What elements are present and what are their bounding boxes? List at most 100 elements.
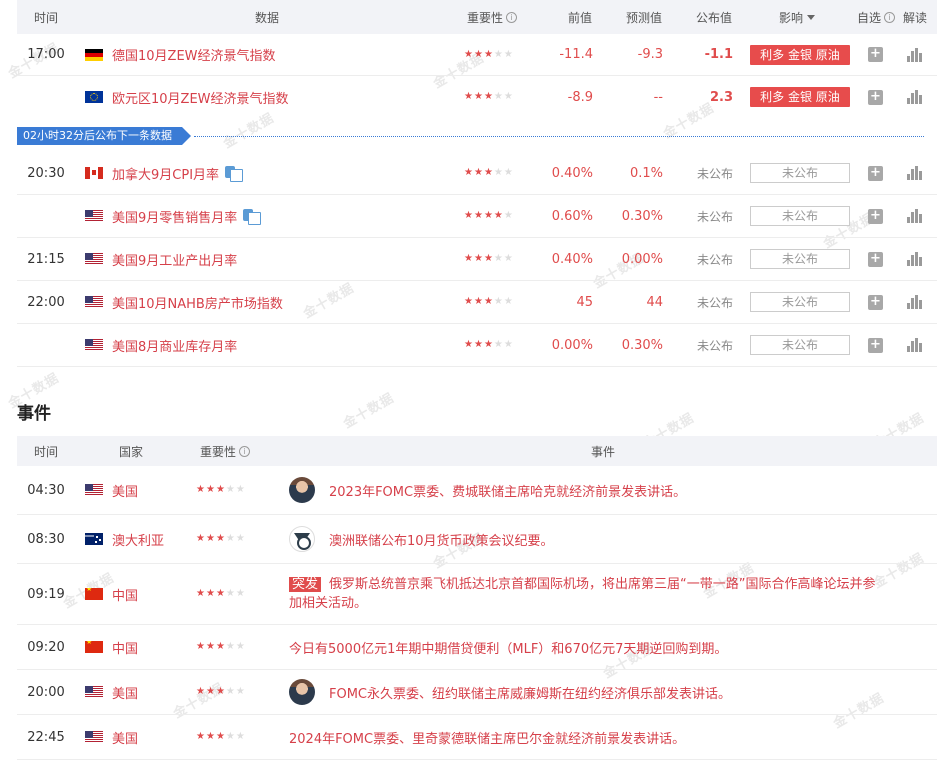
speaker-avatar: [289, 477, 315, 503]
indicator-cell[interactable]: 加拿大9月CPI月率: [85, 152, 244, 194]
chart-bars-icon[interactable]: [907, 47, 922, 62]
chart-bars-icon[interactable]: [907, 338, 922, 352]
event-cell[interactable]: 2023年FOMC票委、费城联储主席哈克就经济前景发表讲话。: [289, 466, 927, 514]
actual-value: 未公布: [696, 295, 733, 310]
col-watch: 自选 i: [857, 0, 896, 34]
ev-col-country: 国家: [119, 444, 144, 459]
impact-pending: 未公布: [750, 335, 850, 355]
flag-us-icon: [85, 210, 103, 222]
event-text: 澳洲联储公布10月货币政策会议纪要。: [329, 533, 554, 549]
release-time: [17, 324, 75, 366]
add-watchlist-button[interactable]: +: [868, 251, 883, 267]
document-icon[interactable]: [243, 208, 262, 225]
prev-value: -8.9: [567, 89, 593, 105]
star-icon: ★: [215, 588, 225, 599]
chart-bars-icon[interactable]: [907, 90, 922, 104]
importance-stars: ★ ★ ★ ★ ★: [464, 168, 513, 178]
interpret-cell: [907, 238, 922, 280]
event-cell[interactable]: 今日有5000亿元1年期中期借贷便利（MLF）和670亿元7天期逆回购到期。: [289, 625, 927, 669]
indicator-cell[interactable]: 美国9月零售销售月率: [85, 195, 262, 237]
prev-value: 0.00%: [551, 337, 593, 353]
indicator-name: 加拿大9月CPI月率: [112, 167, 220, 183]
star-icon: ★: [205, 588, 215, 599]
importance-cell: ★ ★ ★ ★ ★: [464, 34, 513, 75]
impact-cell: 未公布: [750, 152, 850, 194]
event-cell[interactable]: 澳洲联储公布10月货币政策会议纪要。: [289, 515, 927, 563]
forecast-value: 0.00%: [621, 251, 663, 267]
star-icon: ★: [473, 339, 483, 350]
event-time: 08:30: [27, 531, 65, 547]
indicator-cell[interactable]: 欧元区10月ZEW经济景气指数: [85, 76, 289, 118]
prev-value: -11.4: [559, 47, 593, 62]
indicator-cell[interactable]: 美国9月工业产出月率: [85, 238, 237, 280]
data-row: 20:30 加拿大9月CPI月率 ★ ★ ★ ★ ★ 0.40% 0.1% 未公布 未公布 +: [17, 152, 937, 195]
add-watchlist-button[interactable]: +: [868, 208, 883, 224]
event-row: 20:00 美国 ★ ★ ★ ★ ★ FOMC永久票委、纽约联储主席威廉姆斯在纽约经济俱乐部发…: [17, 670, 937, 715]
flag-us-icon: [85, 686, 103, 698]
event-cell[interactable]: FOMC永久票委、纽约联储主席威廉姆斯在纽约经济俱乐部发表讲话。: [289, 670, 927, 714]
star-icon: ★: [464, 91, 473, 102]
star-icon: ★: [205, 484, 215, 495]
data-row: 美国9月零售销售月率 ★ ★ ★ ★ ★ 0.60% 0.30% 未公布 未公布 +: [17, 195, 937, 238]
star-icon: ★: [215, 641, 225, 652]
event-time: 04:30: [27, 482, 65, 498]
chart-bars-icon[interactable]: [907, 252, 922, 266]
impact-cell: 利多 金银 原油: [750, 34, 850, 75]
breaking-badge: 突发: [289, 577, 322, 592]
interpret-cell: [907, 195, 922, 237]
impact-cell: 未公布: [750, 195, 850, 237]
event-text-block: 突发 俄罗斯总统普京乘飞机抵达北京首都国际机场，将出席第三届“一带一路”国际合作高…: [289, 575, 876, 613]
star-icon: ★: [483, 339, 493, 350]
star-icon: ★: [235, 686, 245, 697]
event-text: FOMC永久票委、纽约联储主席威廉姆斯在纽约经济俱乐部发表讲话。: [329, 686, 732, 702]
add-watchlist-button[interactable]: +: [868, 89, 883, 105]
star-icon: ★: [235, 533, 245, 544]
info-icon[interactable]: i: [239, 445, 251, 457]
star-icon: ★: [493, 339, 503, 350]
event-time: 20:00: [27, 684, 65, 700]
indicator-cell[interactable]: 美国8月商业库存月率: [85, 324, 237, 366]
chart-bars-icon[interactable]: [907, 209, 922, 223]
add-watchlist-button[interactable]: +: [868, 165, 883, 181]
star-icon: ★: [464, 296, 473, 307]
col-watch-label: 自选: [857, 10, 882, 25]
star-icon: ★: [225, 641, 235, 652]
info-icon[interactable]: i: [884, 11, 896, 23]
indicator-cell[interactable]: 美国10月NAHB房产市场指数: [85, 281, 283, 323]
importance-stars: ★ ★ ★ ★ ★: [464, 92, 513, 102]
events-table-header: 时间 国家 重要性 i 事件: [17, 436, 937, 466]
event-time: 22:45: [27, 729, 65, 745]
star-icon: ★: [196, 484, 205, 495]
indicator-cell[interactable]: 德国10月ZEW经济景气指数: [85, 34, 276, 75]
col-impact[interactable]: 影响: [779, 0, 816, 34]
chart-bars-icon[interactable]: [907, 295, 922, 309]
release-time: 21:15: [27, 251, 65, 267]
add-watchlist-button[interactable]: +: [868, 47, 883, 62]
event-cell[interactable]: 突发 俄罗斯总统普京乘飞机抵达北京首都国际机场，将出席第三届“一带一路”国际合作高…: [289, 564, 927, 624]
event-cell[interactable]: 2024年FOMC票委、里奇蒙德联储主席巴尔金就经济前景发表讲话。: [289, 715, 927, 759]
impact-tag: 利多 金银 原油: [750, 87, 850, 107]
importance-stars: ★ ★ ★ ★ ★: [196, 485, 245, 495]
chart-bars-icon[interactable]: [907, 166, 922, 180]
star-icon: ★: [503, 296, 513, 307]
flag-us-icon: [85, 484, 103, 496]
col-data: 数据: [255, 10, 280, 25]
country-name: 澳大利亚: [112, 533, 165, 549]
interpret-cell: [907, 324, 922, 366]
ev-col-importance: 重要性 i: [200, 436, 251, 466]
star-icon: ★: [473, 210, 483, 221]
star-icon: ★: [235, 641, 245, 652]
importance-cell: ★ ★ ★ ★ ★: [196, 670, 245, 714]
star-icon: ★: [196, 533, 205, 544]
impact-tag: 利多 金银 原油: [750, 44, 850, 65]
star-icon: ★: [503, 48, 513, 60]
country-cell: 美国: [85, 466, 138, 514]
add-watchlist-button[interactable]: +: [868, 337, 883, 353]
events-table: 时间 国家 重要性 i 事件 04:30 美国 ★ ★ ★ ★ ★ 2023年FOMC票委、费城…: [17, 436, 937, 760]
event-row: 04:30 美国 ★ ★ ★ ★ ★ 2023年FOMC票委、费城联储主席哈克就经济前景发表讲…: [17, 466, 937, 515]
document-icon[interactable]: [225, 165, 244, 182]
add-watchlist-button[interactable]: +: [868, 294, 883, 310]
info-icon[interactable]: i: [506, 11, 518, 23]
actual-value: 未公布: [696, 338, 733, 353]
impact-cell: 未公布: [750, 324, 850, 366]
